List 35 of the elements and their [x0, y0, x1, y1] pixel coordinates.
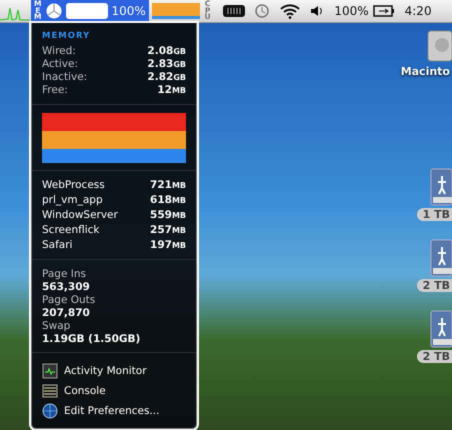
stat-label: Swap: [42, 320, 72, 332]
memory-value: 2.82GB: [147, 71, 186, 84]
desktop-icon-label[interactable]: 2 TB: [416, 350, 452, 363]
menu-item[interactable]: Edit Preferences...: [42, 401, 186, 421]
memory-value: 2.83GB: [147, 58, 186, 71]
process-memory: 618MB: [150, 194, 186, 207]
memory-reading: 100%: [112, 4, 146, 18]
memory-label: Free:: [42, 84, 68, 97]
desktop-icon-label[interactable]: 2 TB: [416, 279, 452, 292]
memory-heading: MEMORY: [42, 31, 92, 41]
desktop-icon-label[interactable]: 1 TB: [416, 208, 452, 221]
stat-value: 207,870: [42, 307, 91, 319]
memory-value: 12MB: [157, 84, 186, 97]
process-memory: 559MB: [150, 209, 186, 222]
memory-label: Inactive:: [42, 71, 88, 84]
process-memory: 257MB: [150, 224, 186, 237]
stat-value: 1.19GB (1.50GB): [42, 333, 142, 345]
process-memory: 721MB: [150, 179, 186, 192]
desktop-icon-label[interactable]: Macinto: [394, 65, 452, 78]
memory-label: Active:: [42, 58, 78, 71]
stat-label: Page Ins: [42, 268, 87, 280]
stat-label: Page Outs: [42, 294, 96, 306]
process-name: Safari: [42, 239, 72, 252]
process-name: WebProcess: [42, 179, 105, 192]
process-memory: 197MB: [150, 239, 186, 252]
process-name: Screenflick: [42, 224, 100, 237]
process-name: WindowServer: [42, 209, 118, 222]
menu-item[interactable]: Console: [42, 381, 186, 401]
stat-value: 563,309: [42, 281, 91, 293]
menu-bar-clock[interactable]: 4:20: [404, 4, 432, 18]
process-name: prl_vm_app: [42, 194, 103, 207]
memory-value: 2.08GB: [147, 45, 186, 58]
battery-percentage: 100%: [334, 4, 369, 18]
menu-item[interactable]: Activity Monitor: [42, 361, 186, 381]
memory-label: Wired:: [42, 45, 76, 58]
